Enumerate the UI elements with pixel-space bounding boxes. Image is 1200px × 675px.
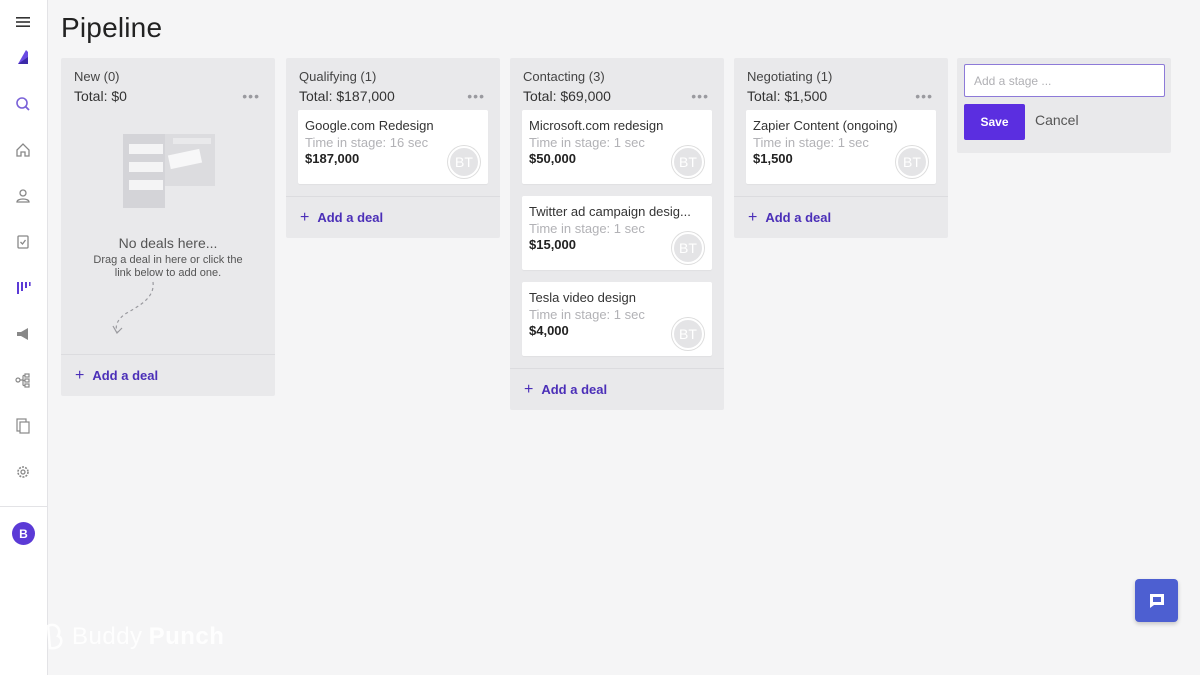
stage-header: Qualifying (1) Total: $187,000 ••• [286,58,500,110]
deal-owner-avatar: BT [672,232,704,264]
add-deal-row[interactable]: + Add a deal [61,354,275,396]
documents-icon[interactable] [12,415,34,437]
home-icon[interactable] [12,139,34,161]
stage-name: Contacting (3) [523,69,605,84]
deal-card[interactable]: Twitter ad campaign desig... Time in sta… [522,196,712,270]
stage-total: Total: $1,500 [747,88,828,104]
automation-icon[interactable] [12,369,34,391]
watermark: Buddy Punch [44,622,224,652]
dashed-arrow-icon [112,281,154,334]
more-options-icon[interactable]: ••• [242,88,260,104]
empty-description: Drag a deal in here or click the link be… [61,254,275,280]
save-button[interactable]: Save [964,104,1025,140]
user-avatar[interactable]: B [12,522,35,545]
stage-column-new: New (0) Total: $0 ••• No deals here... D… [61,58,275,396]
deal-owner-avatar: BT [672,146,704,178]
add-deal-label: Add a deal [541,382,608,397]
deal-title: Tesla video design [529,290,636,305]
more-options-icon[interactable]: ••• [467,88,485,104]
deal-title: Twitter ad campaign desig... [529,204,691,219]
search-icon[interactable] [12,93,34,115]
menu-icon[interactable] [12,11,34,33]
deal-title: Zapier Content (ongoing) [753,118,898,133]
deal-owner-avatar: BT [672,318,704,350]
chat-button[interactable] [1135,579,1178,622]
more-options-icon[interactable]: ••• [691,88,709,104]
add-deal-button[interactable]: + Add a deal [748,209,831,227]
add-deal-row[interactable]: + Add a deal [286,196,500,238]
add-deal-label: Add a deal [765,210,832,225]
stage-name-input[interactable] [964,64,1165,97]
contacts-icon[interactable] [12,185,34,207]
add-deal-label: Add a deal [92,368,159,383]
stage-column-qualifying: Qualifying (1) Total: $187,000 ••• Googl… [286,58,500,238]
add-deal-button[interactable]: + Add a deal [524,381,607,399]
plus-icon: + [748,208,758,226]
pipeline-icon[interactable] [12,277,34,299]
stage-total: Total: $69,000 [523,88,611,104]
stage-name: New (0) [74,69,120,84]
campaigns-icon[interactable] [12,323,34,345]
tasks-icon[interactable] [12,231,34,253]
deal-title: Google.com Redesign [305,118,434,133]
plus-icon: + [75,366,85,384]
empty-title: No deals here... [118,235,218,251]
stage-column-negotiating: Negotiating (1) Total: $1,500 ••• Zapier… [734,58,948,238]
add-deal-row[interactable]: + Add a deal [734,196,948,238]
add-deal-button[interactable]: + Add a deal [75,367,158,385]
more-options-icon[interactable]: ••• [915,88,933,104]
stage-name: Negotiating (1) [747,69,833,84]
watermark-text: Punch [148,623,225,650]
watermark-logo-icon [46,623,63,650]
empty-state: No deals here... Drag a deal in here or … [61,110,275,354]
settings-icon[interactable] [12,461,34,483]
plus-icon: + [524,380,534,398]
add-deal-row[interactable]: + Add a deal [510,368,724,410]
stage-total: Total: $187,000 [299,88,395,104]
chat-icon [1149,593,1164,608]
sidebar: B [0,0,48,675]
sidebar-divider [0,506,47,507]
add-stage-panel: Save Cancel [957,58,1171,153]
deal-owner-avatar: BT [896,146,928,178]
empty-deals-illustration-icon [123,134,215,208]
add-deal-label: Add a deal [317,210,384,225]
watermark-text: Buddy [72,623,143,650]
deal-card[interactable]: Google.com Redesign Time in stage: 16 se… [298,110,488,184]
stage-header: New (0) Total: $0 ••• [61,58,275,110]
add-deal-button[interactable]: + Add a deal [300,209,383,227]
stage-total: Total: $0 [74,88,127,104]
plus-icon: + [300,208,310,226]
stage-header: Negotiating (1) Total: $1,500 ••• [734,58,948,110]
stage-header: Contacting (3) Total: $69,000 ••• [510,58,724,110]
deal-card[interactable]: Microsoft.com redesign Time in stage: 1 … [522,110,712,184]
stage-column-contacting: Contacting (3) Total: $69,000 ••• Micros… [510,58,724,410]
deal-card[interactable]: Zapier Content (ongoing) Time in stage: … [746,110,936,184]
empty-description-line: Drag a deal in here or click the [93,254,243,266]
logo-icon[interactable] [12,46,34,68]
deal-card[interactable]: Tesla video design Time in stage: 1 sec … [522,282,712,356]
page-title: Pipeline [61,12,163,43]
deal-owner-avatar: BT [448,146,480,178]
deal-title: Microsoft.com redesign [529,118,664,133]
cancel-button[interactable]: Cancel [1035,112,1079,128]
stage-name: Qualifying (1) [299,69,377,84]
empty-description-line: link below to add one. [114,267,222,279]
